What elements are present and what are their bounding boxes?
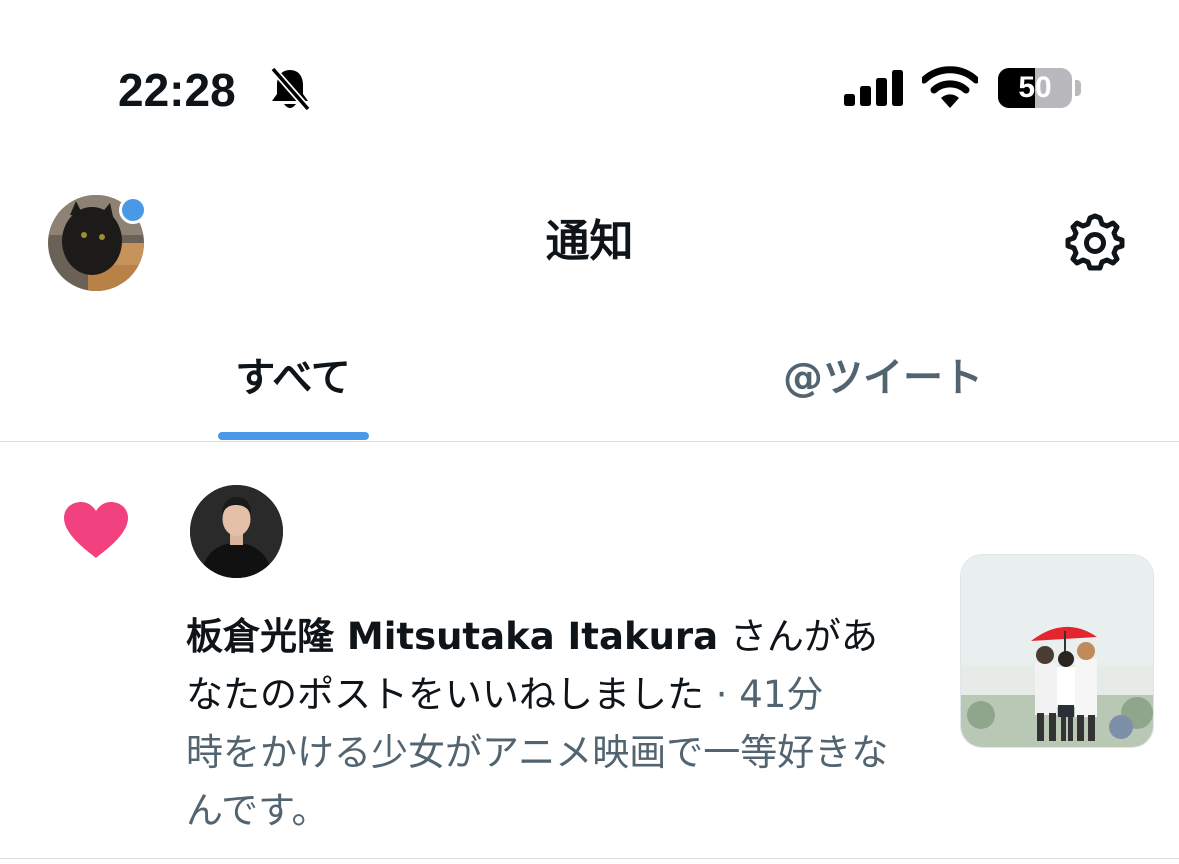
page-title: 通知: [545, 216, 634, 267]
heart-icon: [64, 502, 128, 558]
wifi-icon: [922, 66, 978, 108]
actor-avatar[interactable]: [190, 485, 283, 578]
list-divider: [0, 858, 1179, 859]
active-tab-indicator: [218, 432, 369, 440]
tab-all[interactable]: すべて: [180, 350, 406, 406]
bell-slash-icon: [270, 66, 311, 112]
battery-cap: [1075, 80, 1081, 96]
notification-time: 41分: [739, 673, 824, 716]
notification-text: 板倉光隆 Mitsutaka Itakura さんがあなたのポストをいいねしまし…: [186, 608, 912, 724]
status-time: 22:28: [118, 64, 236, 116]
actor-name[interactable]: 板倉光隆 Mitsutaka Itakura: [186, 615, 718, 658]
cellular-signal-icon: [844, 70, 903, 106]
tab-mentions[interactable]: @ツイート: [730, 350, 1036, 406]
gear-icon[interactable]: [1062, 210, 1128, 276]
post-thumbnail[interactable]: [960, 554, 1154, 748]
anime-scene-image: [961, 555, 1153, 747]
battery-icon: 50: [998, 68, 1072, 108]
battery-level: 50: [1018, 71, 1052, 104]
person-photo: [190, 485, 283, 578]
time-separator: ·: [704, 673, 740, 716]
post-preview[interactable]: 時をかける少女がアニメ映画で一等好きなんです。: [186, 724, 912, 840]
